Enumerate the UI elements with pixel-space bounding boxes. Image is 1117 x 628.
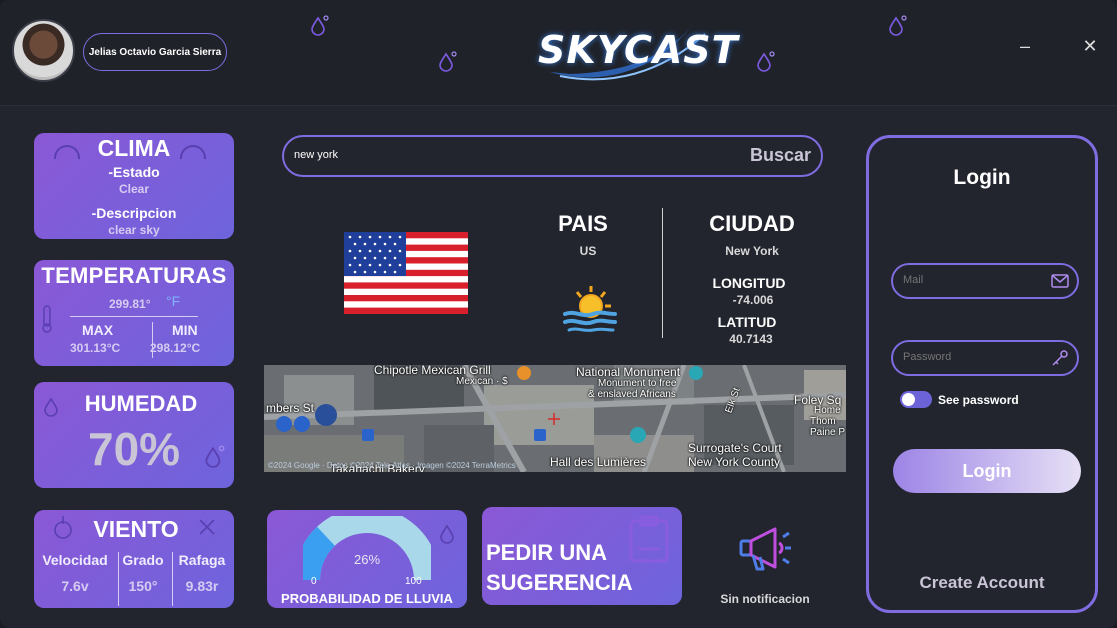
humedad-card: HUMEDAD 70% <box>34 382 234 488</box>
divider <box>662 208 663 338</box>
velocidad-column: Velocidad 7.6v <box>36 552 114 594</box>
rafaga-value: 9.83r <box>185 578 219 594</box>
sun-fog-weather-icon <box>563 286 617 332</box>
login-panel: Login See password Login Create Account <box>866 135 1098 613</box>
rafaga-label: Rafaga <box>178 552 226 568</box>
suggestion-line-1: PEDIR UNA <box>486 540 608 565</box>
close-button[interactable]: ✕ <box>1078 34 1102 58</box>
map-label: New York County <box>688 455 781 469</box>
suggestion-label: PEDIR UNA SUGERENCIA <box>486 538 676 598</box>
velocidad-label: Velocidad <box>42 552 108 568</box>
max-label: MAX <box>82 322 114 338</box>
mail-icon <box>1051 274 1069 288</box>
login-button[interactable]: Login <box>893 449 1081 493</box>
thermometer-icon <box>42 305 52 333</box>
water-drop-icon <box>439 51 457 72</box>
water-drop-icon <box>889 15 907 36</box>
latitud-label: LATITUD <box>717 314 777 330</box>
password-field[interactable] <box>891 340 1079 376</box>
map-label: Mexican · $ <box>456 376 508 387</box>
minimize-button[interactable]: – <box>1013 34 1037 58</box>
toggle-knob <box>902 393 915 406</box>
gauge-min-label: 0 <box>311 576 317 587</box>
rain-probability-title: PROBABILIDAD DE LLUVIA <box>281 591 453 606</box>
estado-value: Clear <box>118 182 150 196</box>
rain-probability-card: 26% 0 100 PROBABILIDAD DE LLUVIA <box>267 510 467 608</box>
velocidad-value: 7.6v <box>61 578 89 594</box>
rafaga-column: Rafaga 9.83r <box>172 552 232 594</box>
map-label: Paine P <box>810 427 846 438</box>
megaphone-icon[interactable] <box>737 523 793 575</box>
water-drop-icon <box>757 51 775 72</box>
clima-card: CLIMA -Estado Clear -Descripcion clear s… <box>34 133 234 239</box>
search-bar: Buscar <box>282 135 823 177</box>
suggestion-line-2: SUGERENCIA <box>486 570 633 595</box>
grado-label: Grado <box>122 552 164 568</box>
map-attribution: ©2024 Google · Datos ©2024 Tele Atlas · … <box>268 461 516 470</box>
divider <box>70 316 198 317</box>
pais-label: PAIS <box>558 211 608 236</box>
see-password-label: See password <box>938 393 1019 407</box>
user-name: Jelias Octavio Garcia Sierra <box>88 46 222 58</box>
minimize-icon: – <box>1019 35 1030 56</box>
water-drop-icon <box>44 397 58 417</box>
avatar[interactable] <box>12 19 75 82</box>
create-account-link[interactable]: Create Account <box>869 573 1095 593</box>
humedad-title: HUMEDAD <box>84 391 198 416</box>
map-label: Thom <box>810 416 836 427</box>
longitud-label: LONGITUD <box>712 275 786 291</box>
map-label: Hall des Lumières <box>550 455 647 469</box>
ciudad-value: New York <box>725 244 779 258</box>
min-label: MIN <box>172 322 198 338</box>
mail-input[interactable] <box>903 274 1043 286</box>
app-window: Jelias Octavio Garcia Sierra SKYCAST – ✕… <box>0 0 1117 628</box>
water-drop-icon <box>440 524 454 544</box>
wind-gauge-icon <box>54 516 72 539</box>
search-button[interactable]: Buscar <box>750 145 811 166</box>
map-label: mbers St <box>266 401 315 415</box>
grado-value: 150° <box>128 578 158 594</box>
key-icon <box>1052 350 1068 366</box>
ciudad-label: CIUDAD <box>709 211 795 236</box>
login-button-label: Login <box>962 460 1012 481</box>
map-label: & enslaved Africans <box>588 389 676 400</box>
logo-text: SKYCAST <box>538 28 739 72</box>
suggestion-button[interactable]: PEDIR UNA SUGERENCIA <box>482 507 682 605</box>
pais-value: US <box>579 244 597 258</box>
viento-card: VIENTO Velocidad 7.6v Grado 150° Rafaga … <box>34 510 234 608</box>
us-flag-image <box>344 232 468 314</box>
password-input[interactable] <box>903 351 1043 363</box>
app-logo: SKYCAST <box>530 14 738 88</box>
estado-label: -Estado <box>108 164 160 180</box>
water-drop-icon <box>205 445 225 468</box>
wind-icon <box>199 519 215 535</box>
map-label: Monument to free <box>598 378 677 389</box>
notification-status: Sin notificacion <box>720 592 810 606</box>
search-input[interactable] <box>294 149 694 161</box>
temperaturas-title: TEMPERATURAS <box>41 263 227 288</box>
mail-field[interactable] <box>891 263 1079 299</box>
max-value: 301.13°C <box>70 341 121 355</box>
temperaturas-card: TEMPERATURAS 299.81° °F MAX MIN 301.13°C… <box>34 260 234 366</box>
temperature-unit: °F <box>166 293 181 309</box>
map-label: National Monument <box>576 365 681 379</box>
map-label: Surrogate's Court <box>688 441 782 455</box>
water-drop-icon <box>311 15 329 36</box>
close-icon: ✕ <box>1082 35 1098 56</box>
gauge-max-label: 100 <box>405 576 422 587</box>
descripcion-label: -Descripcion <box>91 205 177 221</box>
user-name-pill[interactable]: Jelias Octavio Garcia Sierra <box>83 33 227 71</box>
min-value: 298.12°C <box>150 341 201 355</box>
humedad-value: 70% <box>88 423 181 475</box>
see-password-toggle[interactable] <box>900 391 932 408</box>
descripcion-value: clear sky <box>108 223 160 237</box>
satellite-map[interactable]: Chipotle Mexican Grill Mexican · $ Natio… <box>264 365 846 472</box>
longitud-value: -74.006 <box>732 293 774 307</box>
average-temperature: 299.81° <box>109 297 151 311</box>
latitud-value: 40.7143 <box>729 332 773 346</box>
login-title: Login <box>953 166 1011 189</box>
map-label: Home <box>814 405 841 416</box>
rain-percent: 26% <box>353 552 381 567</box>
grado-column: Grado 150° <box>118 552 168 594</box>
